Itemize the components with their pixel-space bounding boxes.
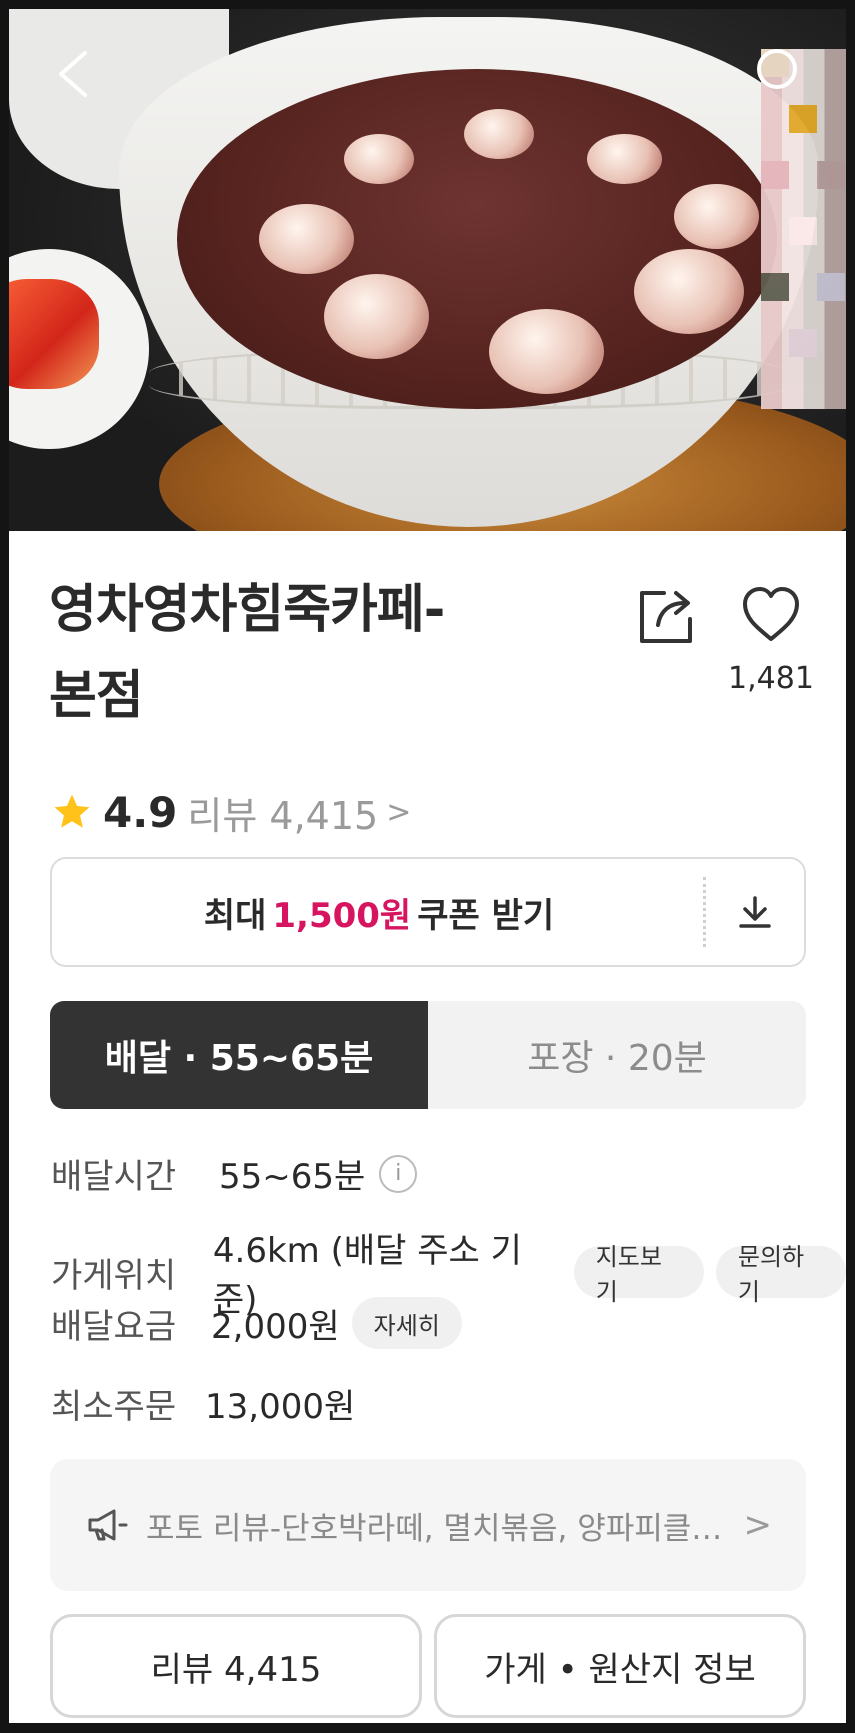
- heart-icon: [743, 587, 799, 641]
- hero-dumpling: [674, 184, 759, 249]
- review-count-label: 리뷰 4,415: [187, 793, 379, 838]
- store-page: 영차영차힘죽카페- 본점 1,481 4.9 리뷰 4,415 > 최대 1,5…: [9, 9, 846, 1723]
- star-icon: [54, 794, 90, 828]
- tab-delivery[interactable]: 배달 · 55~65분: [50, 1001, 428, 1109]
- store-title-line2: 본점: [49, 666, 144, 726]
- hero-dumpling: [324, 274, 429, 359]
- info-icon[interactable]: i: [379, 1154, 418, 1193]
- share-icon: [640, 591, 692, 643]
- store-hero-image: [9, 9, 846, 531]
- like-count: 1,481: [728, 661, 814, 696]
- coupon-button[interactable]: 최대 1,500원 쿠폰 받기: [50, 857, 706, 967]
- hero-dumpling: [344, 134, 414, 184]
- hero-dumpling: [489, 309, 604, 394]
- coupon-amount: 1,500원: [272, 895, 412, 936]
- tab-pickup[interactable]: 포장 · 20분: [428, 1001, 806, 1109]
- rating-row: 4.9 리뷰 4,415 >: [51, 785, 411, 840]
- back-button[interactable]: [51, 47, 95, 101]
- chevron-right-icon: >: [743, 1505, 773, 1545]
- min-order-label: 최소주문: [51, 1387, 177, 1427]
- map-button[interactable]: 지도보기: [573, 1243, 704, 1306]
- hero-dumpling: [464, 109, 534, 159]
- delivery-time-value: 55~65분: [219, 1157, 366, 1197]
- delivery-time-label: 배달시간: [51, 1157, 177, 1197]
- coupon-download-button[interactable]: [706, 857, 806, 967]
- coupon-prefix: 최대: [203, 895, 267, 936]
- review-count-link[interactable]: 리뷰 4,415 >: [187, 785, 411, 840]
- delivery-time-row: 배달시간 55~65분 i: [51, 1149, 418, 1198]
- notice-banner[interactable]: 포토 리뷰-단호박라떼, 멸치볶음, 양파피클 ... >: [50, 1459, 806, 1591]
- min-order-row: 최소주문 13,000원: [51, 1379, 355, 1428]
- delivery-fee-value: 2,000원: [211, 1306, 340, 1347]
- hero-pixelated-area: [761, 49, 846, 409]
- coupon-banner: 최대 1,500원 쿠폰 받기: [50, 857, 806, 967]
- fee-detail-button[interactable]: 자세히: [351, 1297, 462, 1349]
- coupon-suffix: 쿠폰 받기: [417, 895, 555, 936]
- share-button[interactable]: [634, 583, 698, 647]
- store-info-tab-button[interactable]: 가게 • 원산지 정보: [434, 1614, 806, 1718]
- inquiry-button[interactable]: 문의하기: [715, 1243, 846, 1306]
- like-button[interactable]: [739, 583, 803, 647]
- store-location-label: 가게위치: [51, 1255, 177, 1296]
- megaphone-icon: [88, 1509, 128, 1541]
- delivery-fee-row: 배달요금 2,000원 자세히: [51, 1297, 462, 1349]
- rating-score: 4.9: [103, 787, 178, 837]
- search-button[interactable]: [757, 49, 797, 89]
- store-title: 영차영차힘죽카페- 본점: [49, 567, 569, 739]
- min-order-value: 13,000원: [205, 1387, 356, 1427]
- chevron-right-icon: >: [386, 794, 412, 830]
- store-title-line1: 영차영차힘죽카페-: [49, 580, 445, 640]
- hero-dumpling: [634, 249, 744, 334]
- download-icon: [739, 896, 771, 928]
- hero-kimchi: [9, 279, 99, 389]
- hero-dumpling: [259, 204, 354, 274]
- hero-dumpling: [587, 134, 662, 184]
- order-type-tabs: 배달 · 55~65분 포장 · 20분: [50, 1001, 806, 1109]
- notice-text: 포토 리뷰-단호박라떼, 멸치볶음, 양파피클 ...: [146, 1510, 726, 1547]
- delivery-fee-label: 배달요금: [51, 1306, 177, 1347]
- reviews-tab-button[interactable]: 리뷰 4,415: [50, 1614, 422, 1718]
